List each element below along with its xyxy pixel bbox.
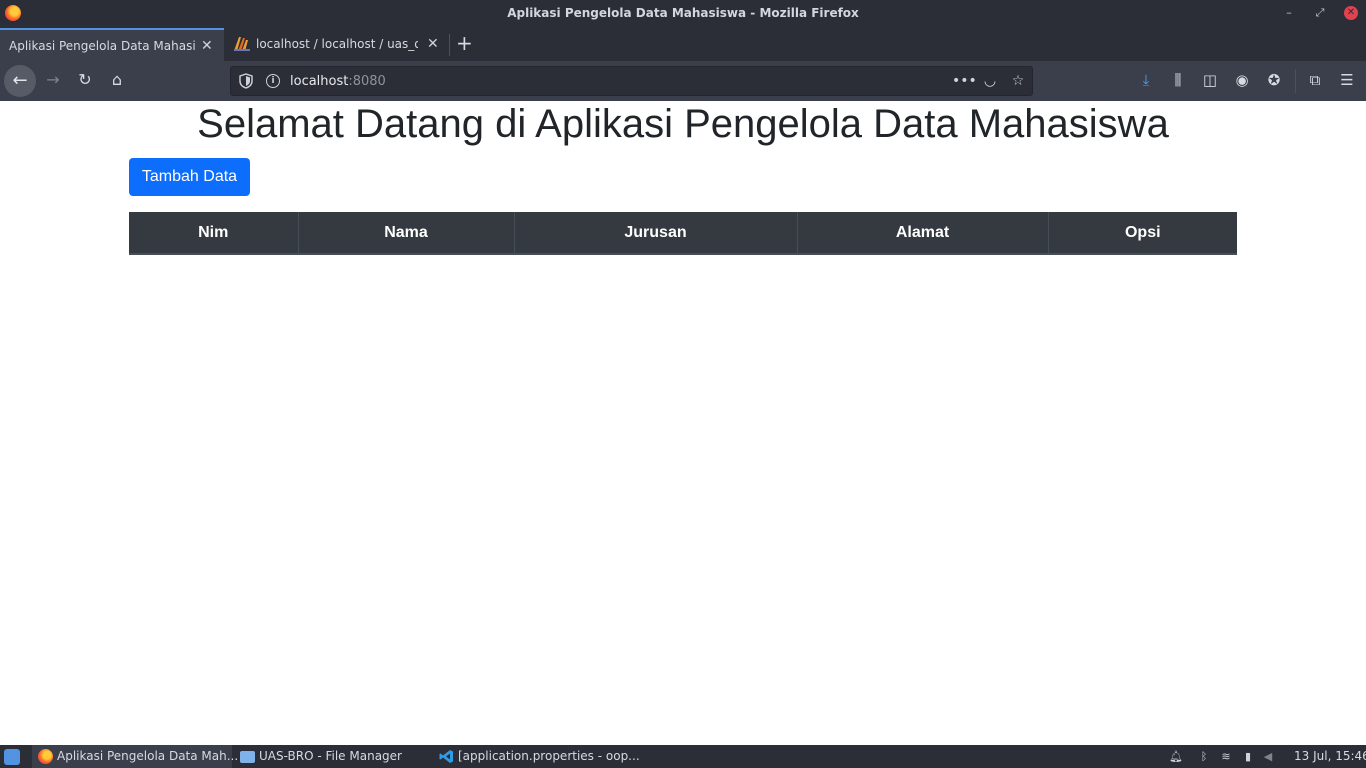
add-data-button[interactable]: Tambah Data [129, 158, 250, 196]
site-info-icon[interactable]: i [266, 74, 280, 88]
taskbar: Aplikasi Pengelola Data Mah... UAS-BRO -… [0, 745, 1366, 768]
wifi-icon[interactable]: ≋ [1219, 749, 1233, 764]
column-header-opsi: Opsi [1047, 212, 1237, 255]
taskbar-item-label: [application.properties - oop... [458, 749, 640, 763]
window-title: Aplikasi Pengelola Data Mahasiswa - Mozi… [507, 6, 859, 20]
tab-label: localhost / localhost / uas_oop [256, 37, 418, 51]
cookie-extension-icon[interactable]: ✪ [1265, 71, 1283, 89]
menu-icon[interactable]: ☰ [1338, 71, 1356, 89]
toolbar-divider [1295, 69, 1296, 93]
navigation-toolbar: ← → ↻ ⌂ i localhost:8080 ••• ◡ ☆ ⤓ ⫼ ◫ ◉… [0, 61, 1366, 101]
tab-phpmyadmin[interactable]: localhost / localhost / uas_oop ✕ [226, 28, 446, 61]
url-bar[interactable]: i localhost:8080 ••• ◡ ☆ [230, 66, 1033, 96]
sidebar-icon[interactable]: ◫ [1201, 71, 1219, 89]
page-content: Selamat Datang di Aplikasi Pengelola Dat… [0, 101, 1366, 745]
new-tab-button[interactable]: + [456, 31, 473, 55]
bookmark-star-icon[interactable]: ☆ [1009, 72, 1027, 90]
phpmyadmin-icon [234, 37, 250, 51]
downloads-icon[interactable]: ⤓ [1137, 71, 1155, 89]
close-tab-icon[interactable]: ✕ [201, 38, 213, 54]
clock[interactable]: 13 Jul, 15:46 [1294, 749, 1366, 763]
notifications-icon[interactable]: 🔔︎ [1169, 749, 1183, 764]
taskbar-item-label: UAS-BRO - File Manager [259, 749, 402, 763]
tab-divider [449, 34, 450, 56]
folder-icon [240, 751, 255, 763]
column-header-jurusan: Jurusan [513, 212, 797, 255]
taskbar-item-label: Aplikasi Pengelola Data Mah... [57, 749, 239, 763]
close-window-button[interactable]: ✕ [1344, 6, 1358, 20]
library-icon[interactable]: ⫼ [1169, 71, 1187, 89]
window-titlebar: Aplikasi Pengelola Data Mahasiswa - Mozi… [0, 0, 1366, 28]
page-actions-icon[interactable]: ••• [952, 72, 977, 90]
back-button[interactable]: ← [4, 65, 36, 97]
firefox-icon [38, 749, 53, 764]
vscode-icon [439, 750, 453, 763]
url-text[interactable]: localhost:8080 [290, 74, 386, 89]
column-header-nim: Nim [129, 212, 298, 255]
start-menu-icon[interactable] [4, 749, 20, 765]
minimize-button[interactable]: – [1282, 6, 1296, 20]
page-title: Selamat Datang di Aplikasi Pengelola Dat… [197, 102, 1169, 146]
account-icon[interactable]: ◉ [1233, 71, 1251, 89]
volume-muted-icon[interactable]: ◀ [1261, 749, 1275, 764]
home-button[interactable]: ⌂ [105, 68, 129, 92]
taskbar-item-vscode[interactable]: [application.properties - oop... [433, 745, 643, 768]
bluetooth-icon[interactable]: ᛒ [1197, 749, 1211, 764]
column-header-alamat: Alamat [796, 212, 1048, 255]
student-table: Nim Nama Jurusan Alamat Opsi [129, 212, 1237, 255]
reload-button[interactable]: ↻ [73, 68, 97, 92]
column-header-nama: Nama [297, 212, 514, 255]
pocket-icon[interactable]: ◡ [981, 72, 999, 90]
table-header-row: Nim Nama Jurusan Alamat Opsi [129, 212, 1237, 255]
forward-button[interactable]: → [41, 68, 65, 92]
maximize-button[interactable]: ⤢ [1313, 6, 1327, 20]
tab-bar: Aplikasi Pengelola Data Mahasiswa ✕ loca… [0, 28, 1366, 61]
battery-icon[interactable]: ▮ [1241, 749, 1255, 764]
tracking-shield-icon[interactable] [239, 73, 253, 89]
tab-aplikasi[interactable]: Aplikasi Pengelola Data Mahasiswa ✕ [0, 28, 224, 61]
taskbar-item-file-manager[interactable]: UAS-BRO - File Manager [234, 745, 424, 768]
close-tab-icon[interactable]: ✕ [427, 36, 439, 52]
extensions-icon[interactable]: ⧉ [1306, 71, 1324, 89]
tab-label: Aplikasi Pengelola Data Mahasiswa [9, 39, 195, 53]
taskbar-item-firefox[interactable]: Aplikasi Pengelola Data Mah... [32, 745, 238, 768]
